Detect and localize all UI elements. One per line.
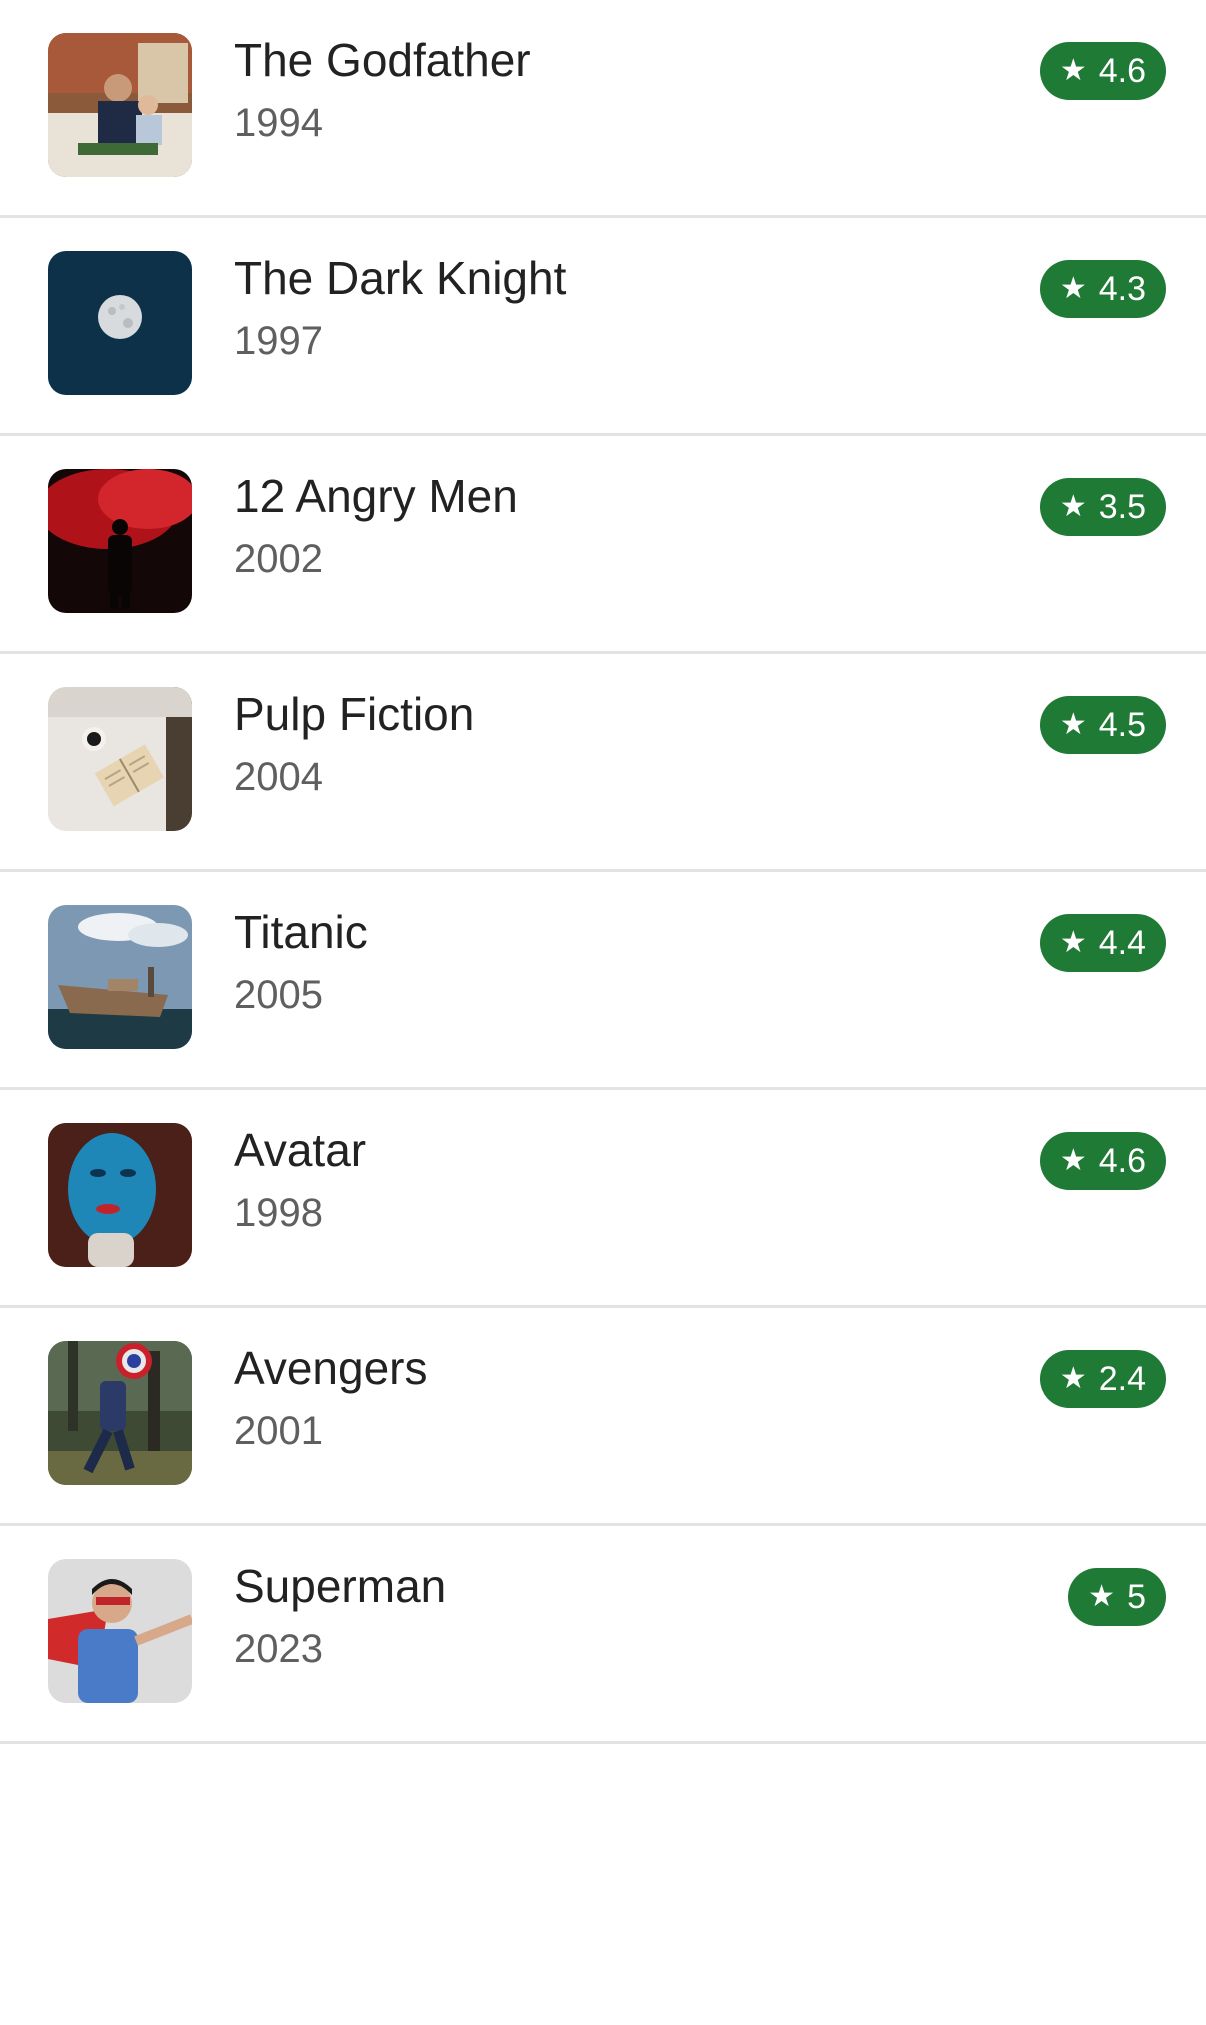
rating-value: 3.5 [1098, 487, 1146, 526]
movie-title: Pulp Fiction [234, 688, 475, 740]
movie-year: 2001 [234, 1409, 323, 1453]
movie-poster-thumbnail [48, 1559, 192, 1703]
movie-title: The Godfather [234, 34, 531, 86]
movie-list: The Godfather 1994 ★ 4.6 The Dark Knight… [0, 0, 1206, 1744]
rating-value: 2.4 [1098, 1359, 1146, 1398]
movie-title: 12 Angry Men [234, 470, 518, 522]
blue-face-icon [48, 1123, 192, 1267]
list-item-the-godfather[interactable]: The Godfather 1994 ★ 4.6 [0, 0, 1206, 218]
movie-year: 2002 [234, 537, 323, 581]
rating-value: 4.5 [1098, 705, 1146, 744]
book-coffee-icon [48, 687, 192, 831]
rating-badge: ★ 3.5 [1039, 478, 1166, 536]
rating-value: 5 [1127, 1577, 1146, 1616]
list-item-avengers[interactable]: Avengers 2001 ★ 2.4 [0, 1308, 1206, 1526]
moon-icon [48, 251, 192, 395]
star-icon: ★ [1059, 1362, 1087, 1395]
rating-badge: ★ 4.3 [1039, 260, 1166, 318]
movie-poster-thumbnail [48, 251, 192, 395]
star-icon: ★ [1059, 490, 1087, 523]
movie-title: Superman [234, 1560, 447, 1612]
movie-poster-thumbnail [48, 1123, 192, 1267]
movie-title: Titanic [234, 906, 368, 958]
rating-badge: ★ 2.4 [1039, 1350, 1166, 1408]
rating-badge: ★ 5 [1068, 1568, 1166, 1626]
movie-year: 2004 [234, 755, 323, 799]
star-icon: ★ [1059, 272, 1087, 305]
star-icon: ★ [1088, 1580, 1116, 1613]
movie-year: 1998 [234, 1191, 323, 1235]
list-item-12-angry-men[interactable]: 12 Angry Men 2002 ★ 3.5 [0, 436, 1206, 654]
movie-year: 1997 [234, 319, 323, 363]
list-item-pulp-fiction[interactable]: Pulp Fiction 2004 ★ 4.5 [0, 654, 1206, 872]
movie-poster-thumbnail [48, 469, 192, 613]
movie-poster-thumbnail [48, 1341, 192, 1485]
movie-poster-thumbnail [48, 905, 192, 1049]
list-item-titanic[interactable]: Titanic 2005 ★ 4.4 [0, 872, 1206, 1090]
rating-value: 4.6 [1098, 1141, 1146, 1180]
movie-year: 2023 [234, 1627, 323, 1671]
rating-value: 4.3 [1098, 269, 1146, 308]
rating-badge: ★ 4.4 [1039, 914, 1166, 972]
family-photo-icon [48, 33, 192, 177]
shipwreck-icon [48, 905, 192, 1049]
rating-value: 4.6 [1098, 51, 1146, 90]
list-item-the-dark-knight[interactable]: The Dark Knight 1997 ★ 4.3 [0, 218, 1206, 436]
movie-year: 1994 [234, 101, 323, 145]
movie-title: The Dark Knight [234, 252, 567, 304]
star-icon: ★ [1059, 1144, 1087, 1177]
rating-badge: ★ 4.6 [1039, 1132, 1166, 1190]
movie-title: Avengers [234, 1342, 428, 1394]
list-item-avatar[interactable]: Avatar 1998 ★ 4.6 [0, 1090, 1206, 1308]
rating-value: 4.4 [1098, 923, 1146, 962]
movie-poster-thumbnail [48, 33, 192, 177]
movie-poster-thumbnail [48, 687, 192, 831]
caped-man-icon [48, 1559, 192, 1703]
movie-title: Avatar [234, 1124, 367, 1176]
star-icon: ★ [1059, 54, 1087, 87]
star-icon: ★ [1059, 708, 1087, 741]
list-item-superman[interactable]: Superman 2023 ★ 5 [0, 1526, 1206, 1744]
movie-year: 2005 [234, 973, 323, 1017]
rating-badge: ★ 4.6 [1039, 42, 1166, 100]
silhouette-red-smoke-icon [48, 469, 192, 613]
star-icon: ★ [1059, 926, 1087, 959]
rating-badge: ★ 4.5 [1039, 696, 1166, 754]
shield-hero-icon [48, 1341, 192, 1485]
